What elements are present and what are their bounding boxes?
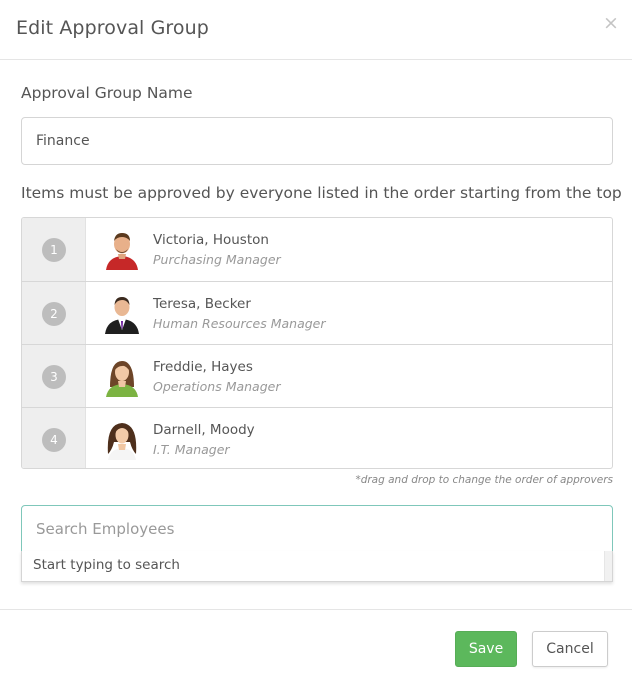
approver-list: 1 Victoria, Houston Purchasing Manager 2 (21, 217, 613, 469)
order-badge: 1 (42, 238, 66, 262)
order-badge: 2 (42, 302, 66, 326)
order-badge: 3 (42, 365, 66, 389)
search-employees-input[interactable] (21, 505, 613, 552)
edit-approval-group-modal: Edit Approval Group × Approval Group Nam… (0, 0, 632, 686)
approver-role: Human Resources Manager (153, 316, 326, 331)
approval-order-instruction: Items must be approved by everyone liste… (21, 184, 622, 202)
close-icon[interactable]: × (603, 13, 619, 33)
approver-name: Victoria, Houston (153, 232, 269, 248)
cancel-button[interactable]: Cancel (532, 631, 608, 667)
approver-row[interactable]: 1 Victoria, Houston Purchasing Manager (22, 218, 612, 281)
approver-role: Operations Manager (153, 379, 281, 394)
search-hint: Start typing to search (33, 557, 180, 573)
approver-role: Purchasing Manager (153, 252, 281, 267)
save-button[interactable]: Save (455, 631, 517, 667)
order-cell: 4 (22, 408, 86, 468)
order-badge: 4 (42, 428, 66, 452)
approver-name: Darnell, Moody (153, 422, 255, 438)
order-cell: 3 (22, 345, 86, 407)
avatar-man-red-shirt-icon (106, 233, 138, 270)
avatar-woman-curly-hair-icon (107, 423, 137, 460)
group-name-input[interactable] (21, 117, 613, 165)
modal-footer: Save Cancel (0, 609, 632, 686)
order-cell: 1 (22, 218, 86, 281)
search-dropdown: Start typing to search (21, 551, 613, 582)
modal-title: Edit Approval Group (16, 17, 209, 39)
modal-header: Edit Approval Group × (0, 0, 632, 60)
approver-name: Freddie, Hayes (153, 359, 253, 375)
approver-role: I.T. Manager (153, 442, 230, 457)
order-cell: 2 (22, 282, 86, 344)
drag-hint: *drag and drop to change the order of ap… (355, 474, 613, 486)
approver-row[interactable]: 3 Freddie, Hayes Operations Manager (22, 344, 612, 407)
avatar-woman-green-top-icon (106, 361, 138, 397)
group-name-label: Approval Group Name (21, 84, 193, 102)
approver-name: Teresa, Becker (153, 296, 251, 312)
approver-row[interactable]: 4 Darnell, Moody I.T. Manager (22, 407, 612, 468)
dropdown-scrollbar[interactable] (604, 551, 612, 581)
avatar-man-suit-icon (105, 297, 139, 334)
approver-row[interactable]: 2 Teresa, Becker Human Resources Manager (22, 281, 612, 344)
